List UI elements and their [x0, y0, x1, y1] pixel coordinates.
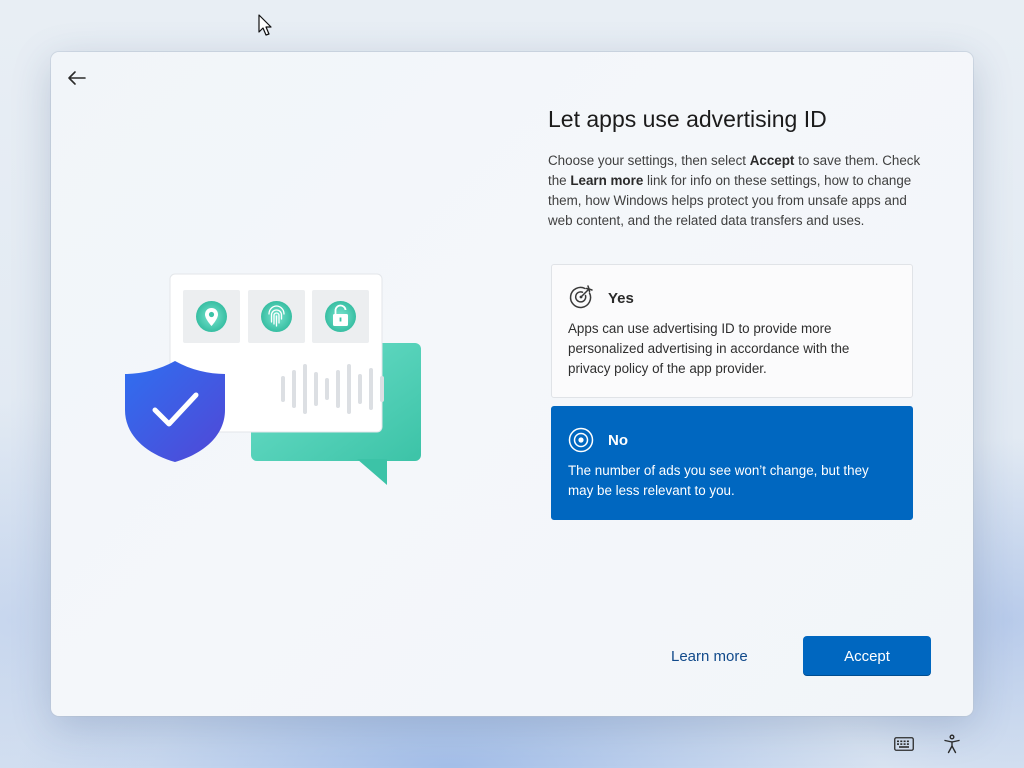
option-yes-description: Apps can use advertising ID to provide m…: [568, 321, 850, 376]
back-button[interactable]: [63, 64, 91, 92]
radio-target-icon: [568, 427, 594, 453]
option-no[interactable]: No The number of ads you see won’t chang…: [551, 406, 913, 520]
option-yes[interactable]: Yes Apps can use advertising ID to provi…: [551, 264, 913, 398]
padlock-tile: [312, 290, 369, 343]
accessibility-button[interactable]: [940, 732, 964, 756]
accessibility-icon: [944, 734, 960, 754]
description-learn-more-emphasis: Learn more: [570, 173, 644, 188]
back-arrow-icon: [68, 71, 86, 85]
page-description: Choose your settings, then select Accept…: [548, 151, 934, 231]
fingerprint-tile: [248, 290, 305, 343]
on-screen-keyboard-button[interactable]: [892, 732, 916, 756]
shield-check-icon: [125, 361, 225, 462]
option-yes-label: Yes: [608, 290, 634, 307]
page-title: Let apps use advertising ID: [548, 106, 827, 132]
learn-more-link[interactable]: Learn more: [671, 648, 748, 665]
accept-button[interactable]: Accept: [803, 636, 931, 676]
location-tile: [183, 290, 240, 343]
privacy-illustration: [125, 273, 421, 485]
setup-window: Let apps use advertising ID Choose your …: [51, 52, 973, 716]
keyboard-icon: [894, 737, 914, 751]
option-no-label: No: [608, 432, 628, 449]
mouse-cursor-icon: [258, 14, 272, 36]
option-no-description: The number of ads you see won’t change, …: [568, 463, 869, 498]
description-text: Choose your settings, then select: [548, 153, 750, 168]
target-icon: [569, 285, 593, 309]
description-accept-emphasis: Accept: [749, 153, 795, 168]
